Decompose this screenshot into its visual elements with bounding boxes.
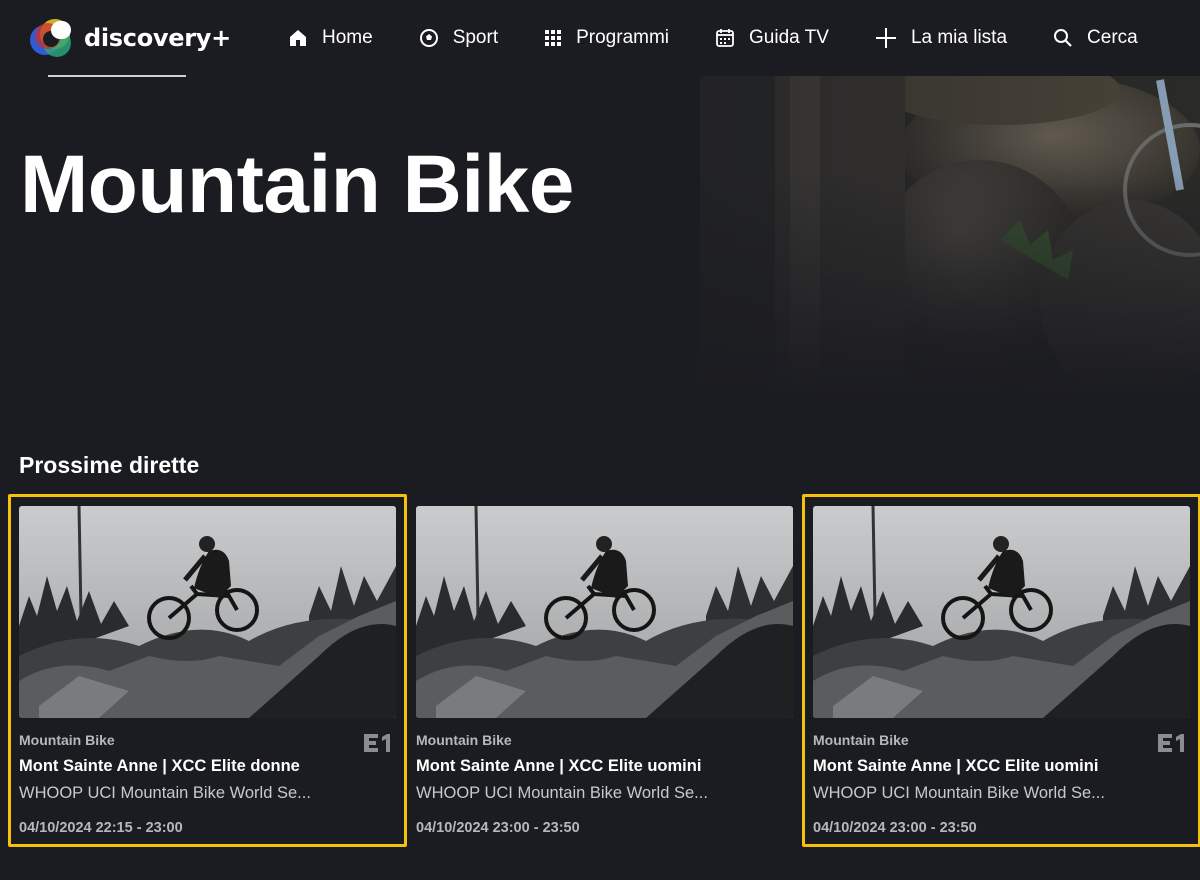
event-card-meta: Mountain Bike Mont Sainte Anne | XCC Elit… — [19, 732, 396, 836]
event-subtitle: WHOOP UCI Mountain Bike World Se... — [416, 784, 708, 802]
event-category: Mountain Bike — [416, 732, 512, 748]
event-card[interactable]: Mountain Bike Mont Sainte Anne | XCC Elit… — [416, 506, 793, 846]
event-time: 04/10/2024 23:00 - 23:50 — [416, 820, 580, 836]
event-time: 04/10/2024 23:00 - 23:50 — [813, 820, 977, 836]
calendar-icon — [716, 29, 734, 47]
nav-la-mia-lista[interactable]: La mia lista — [875, 18, 1007, 58]
event-subtitle: WHOOP UCI Mountain Bike World Se... — [19, 784, 311, 802]
nav-home[interactable]: Home — [288, 18, 373, 58]
nav-sport-label: Sport — [452, 27, 499, 48]
discovery-logo-icon — [28, 16, 76, 60]
top-nav: discovery+ Home Sport Programmi Guida TV… — [0, 0, 1200, 76]
search-icon — [1054, 29, 1072, 47]
event-thumbnail-wrapper — [813, 506, 1190, 718]
event-title: Mont Sainte Anne | XCC Elite donne — [19, 757, 300, 775]
logo-text: discovery+ — [84, 24, 231, 52]
page-title: Mountain Bike — [20, 139, 574, 230]
event-thumbnail-wrapper — [19, 506, 396, 718]
event-category: Mountain Bike — [19, 732, 115, 748]
event-thumbnail — [19, 506, 396, 718]
event-title: Mont Sainte Anne | XCC Elite uomini — [813, 757, 1099, 775]
nav-home-label: Home — [322, 27, 373, 48]
nav-la-mia-lista-label: La mia lista — [910, 27, 1008, 48]
event-thumbnail-wrapper — [416, 506, 793, 718]
event-thumbnail — [813, 506, 1190, 718]
event-card-meta: Mountain Bike Mont Sainte Anne | XCC Elit… — [416, 732, 793, 836]
nav-guida-tv-label: Guida TV — [749, 27, 829, 48]
active-tab-indicator — [48, 75, 186, 77]
nav-cerca[interactable]: Cerca — [1053, 18, 1138, 58]
event-time: 04/10/2024 22:15 - 23:00 — [19, 820, 183, 836]
section-title: Prossime dirette — [19, 452, 200, 478]
event-subtitle: WHOOP UCI Mountain Bike World Se... — [813, 784, 1105, 802]
event-title: Mont Sainte Anne | XCC Elite uomini — [416, 757, 702, 775]
event-card[interactable]: Mountain Bike Mont Sainte Anne | XCC Elit… — [8, 494, 407, 847]
grid-icon — [545, 30, 562, 46]
nav-sport[interactable]: Sport — [419, 18, 498, 58]
nav-programmi-label: Programmi — [576, 27, 670, 48]
nav-cerca-label: Cerca — [1087, 27, 1138, 48]
nav-menu: Home Sport Programmi Guida TV La mia lis… — [288, 18, 1138, 58]
soccer-ball-icon — [419, 29, 438, 47]
event-category: Mountain Bike — [813, 732, 909, 748]
event-card-meta: Mountain Bike Mont Sainte Anne | XCC Elit… — [813, 732, 1190, 836]
eurosport1-icon — [364, 734, 390, 752]
nav-guida-tv[interactable]: Guida TV — [715, 18, 829, 58]
plus-icon — [875, 28, 896, 48]
nav-programmi[interactable]: Programmi — [544, 18, 669, 58]
event-thumbnail — [416, 506, 793, 718]
eurosport1-icon — [1158, 734, 1184, 752]
home-icon — [290, 30, 306, 46]
event-card[interactable]: Mountain Bike Mont Sainte Anne | XCC Elit… — [802, 494, 1200, 847]
discovery-plus-logo[interactable]: discovery+ — [28, 13, 258, 63]
